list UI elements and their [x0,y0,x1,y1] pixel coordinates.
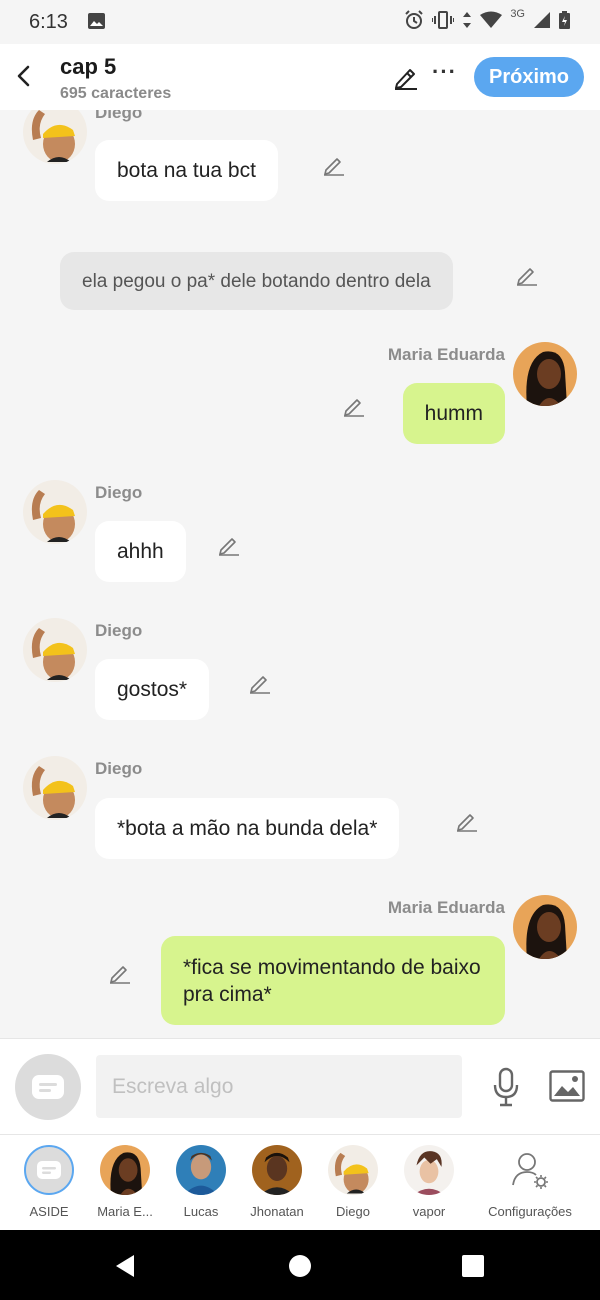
message-sender-name: Maria Eduarda [387,345,505,364]
avatar [176,1145,226,1195]
chat-bubble-icon [37,1161,61,1179]
avatar-maria-eduarda[interactable] [513,895,577,959]
app-header: cap 5 695 caracteres ··· Próximo [0,44,600,110]
message-bubble[interactable]: gostos* [95,659,210,720]
avatar [252,1145,302,1195]
avatar [100,1145,150,1195]
system-nav-bar [0,1230,600,1300]
composer-bar [0,1038,600,1134]
message-input[interactable] [96,1055,462,1118]
edit-message-icon[interactable] [248,670,272,694]
wifi-icon [480,11,503,28]
edit-message-icon[interactable] [515,262,539,286]
avatar-maria-eduarda[interactable] [513,342,577,406]
character-count: 695 caracteres [60,85,172,102]
status-bar: 6:13 3G [0,0,600,44]
character-aside[interactable]: ASIDE [10,1145,88,1219]
avatar-diego[interactable] [23,110,87,164]
edit-message-icon[interactable] [108,960,132,984]
character-label: Maria E... [97,1204,153,1219]
alarm-icon [405,10,424,29]
avatar [328,1145,378,1195]
narration-bubble[interactable]: ela pegou o pa* dele botando dentro dela [60,252,453,310]
gallery-icon[interactable] [549,1070,585,1102]
settings-avatar [505,1145,555,1195]
message-bubble[interactable]: bota na tua bct [95,140,278,201]
character-label: Diego [336,1204,370,1219]
aside-avatar [24,1145,74,1195]
character-label: Configurações [488,1204,572,1219]
character-vapor[interactable]: vapor [390,1145,468,1219]
edit-message-icon[interactable] [455,808,479,832]
message-sender-name: Maria Eduarda [387,898,505,917]
network-type: 3G [510,8,525,20]
character-jhonatan[interactable]: Jhonatan [238,1145,316,1219]
message-sender-name: Diego [95,483,143,502]
microphone-icon[interactable] [491,1067,521,1107]
message-sender-name: Diego [95,110,143,122]
status-icons: 3G [404,8,570,30]
nav-back-icon[interactable] [112,1252,140,1280]
edit-message-icon[interactable] [342,393,366,417]
character-label: Jhonatan [250,1204,304,1219]
character-diego[interactable]: Diego [314,1145,392,1219]
battery-icon [559,11,570,29]
character-lucas[interactable]: Lucas [162,1145,240,1219]
vibrate-icon [432,11,455,29]
character-label: vapor [412,1204,446,1219]
aside-toggle-button[interactable] [15,1054,81,1120]
user-settings-icon [512,1153,548,1189]
character-bar: ASIDE Maria E... Lucas Jhonatan Diego va… [0,1134,600,1230]
nav-recents-icon[interactable] [459,1252,487,1280]
page-title: cap 5 [60,54,117,79]
edit-message-icon[interactable] [322,152,346,176]
avatar-diego[interactable] [23,480,87,544]
message-bubble[interactable]: *fica se movimentando de baixo pra cima* [161,936,505,1025]
message-sender-name: Diego [95,759,143,778]
message-sender-name: Diego [95,621,143,640]
message-bubble[interactable]: humm [402,383,505,444]
character-label: ASIDE [29,1204,69,1219]
message-bubble[interactable]: ahhh [95,521,186,582]
image-icon [88,13,105,29]
message-bubble[interactable]: *bota a mão na bunda dela* [95,798,400,859]
status-time: 6:13 [29,11,68,33]
signal-icon [534,12,550,28]
avatar-diego[interactable] [23,756,87,820]
edit-message-icon[interactable] [217,532,241,556]
edit-pencil-icon[interactable] [393,64,419,90]
avatar-diego[interactable] [23,618,87,682]
chat-bubble-icon [32,1075,64,1099]
chat-area[interactable]: Diego bota na tua bct ela pegou o pa* de… [0,110,600,1038]
character-maria-eduarda[interactable]: Maria E... [86,1145,164,1219]
character-label: Lucas [183,1204,219,1219]
more-options-icon[interactable]: ··· [432,61,458,88]
character-settings[interactable]: Configurações [480,1145,580,1219]
nav-home-icon[interactable] [286,1252,314,1280]
data-arrows-icon [463,12,472,28]
avatar [404,1145,454,1195]
back-arrow-icon[interactable] [12,62,36,90]
next-button[interactable]: Próximo [474,57,584,97]
